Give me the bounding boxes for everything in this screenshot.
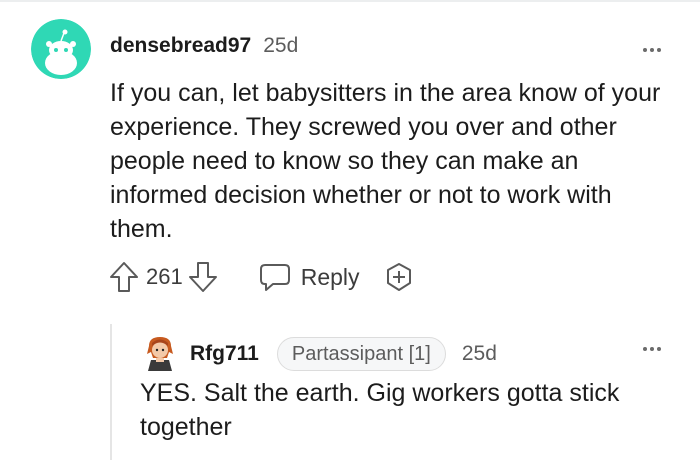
user-flair: Partassipant [1] bbox=[276, 337, 446, 371]
reply-meta: Rfg711 Partassipant [1] 25d bbox=[190, 337, 497, 371]
snoo-avatar-icon bbox=[31, 19, 91, 79]
thread-line[interactable] bbox=[110, 324, 112, 460]
comment-actions: 261 Reply bbox=[108, 258, 416, 296]
vote-score: 261 bbox=[146, 264, 183, 289]
top-divider bbox=[0, 0, 700, 2]
comment-meta: densebread97 25d bbox=[110, 34, 298, 58]
upvote-arrow-icon[interactable] bbox=[108, 259, 140, 295]
reply-button[interactable]: Reply bbox=[259, 262, 360, 292]
comment-timestamp[interactable]: 25d bbox=[263, 34, 298, 58]
speech-bubble-icon bbox=[259, 264, 290, 291]
comment-username[interactable]: densebread97 bbox=[110, 34, 251, 58]
reply-body: YES. Salt the earth. Gig workers gotta s… bbox=[140, 379, 620, 441]
more-options-icon[interactable] bbox=[643, 48, 661, 52]
reply-timestamp[interactable]: 25d bbox=[462, 342, 497, 366]
award-button[interactable] bbox=[382, 259, 416, 295]
more-options-icon[interactable] bbox=[643, 347, 661, 351]
award-plus-icon bbox=[386, 263, 411, 291]
comment-body: If you can, let babysitters in the area … bbox=[110, 79, 661, 243]
avatar[interactable] bbox=[31, 19, 91, 79]
reply-avatar[interactable] bbox=[143, 334, 177, 372]
downvote-arrow-icon[interactable] bbox=[187, 259, 219, 295]
avatar-character-icon bbox=[147, 337, 173, 371]
reply-username[interactable]: Rfg711 bbox=[190, 342, 259, 366]
reply-label: Reply bbox=[300, 263, 360, 290]
